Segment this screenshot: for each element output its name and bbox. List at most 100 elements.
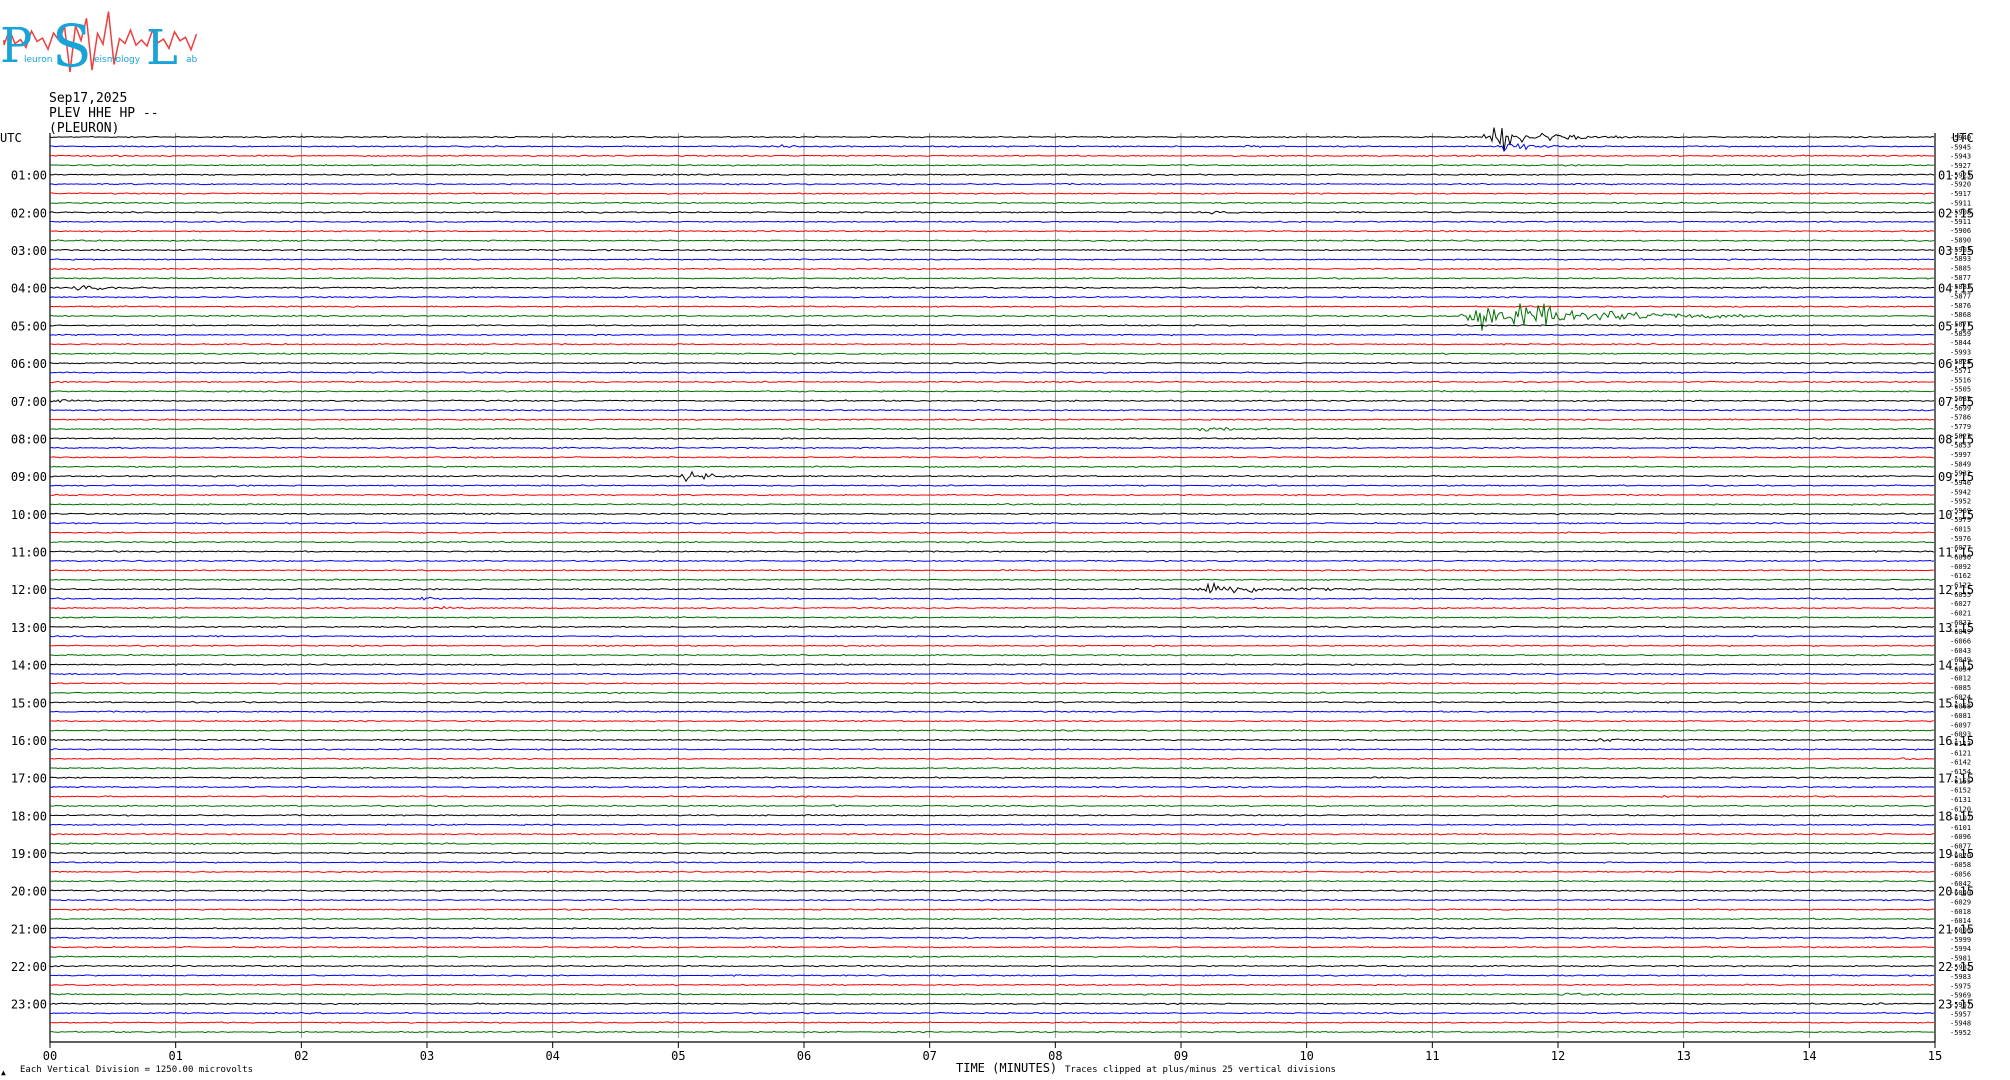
trace-row xyxy=(49,446,1935,450)
header-date: Sep17,2025 xyxy=(49,91,128,106)
trace-row xyxy=(49,644,1935,648)
logo-word: ab xyxy=(186,55,198,65)
trace-offset-label: -5882 xyxy=(1950,283,1971,291)
trace-offset-label: -6085 xyxy=(1950,684,1971,692)
x-tick-label: 12 xyxy=(1551,1049,1565,1063)
trace-offset-label: -5571 xyxy=(1950,367,1971,375)
trace-row xyxy=(49,258,1935,261)
trace-row xyxy=(49,974,1935,977)
trace-offset-label: -6131 xyxy=(1950,796,1971,804)
trace-row xyxy=(49,512,1935,516)
trace-row xyxy=(49,870,1935,874)
trace-row xyxy=(49,832,1935,836)
trace-offset-label: -6043 xyxy=(1950,647,1971,655)
x-tick-label: 00 xyxy=(43,1049,57,1063)
trace-row xyxy=(49,371,1935,374)
trace-offset-label: -5893 xyxy=(1950,255,1971,263)
trace-offset-label: -5828 xyxy=(1950,358,1971,366)
trace-row xyxy=(49,239,1935,243)
trace-offset-label: -5849 xyxy=(1950,460,1971,468)
trace-row xyxy=(49,729,1935,732)
trace-row xyxy=(49,390,1935,393)
trace-row xyxy=(49,917,1935,921)
trace-row xyxy=(49,785,1935,789)
trace-offset-label: -5946 xyxy=(1950,479,1971,487)
trace-offset-label: -5976 xyxy=(1950,535,1971,543)
left-hour-label: 05:00 xyxy=(11,319,47,333)
trace-offset-label: -5908 xyxy=(1950,209,1971,217)
trace-row xyxy=(49,710,1935,714)
trace-offset-label: -6096 xyxy=(1950,554,1971,562)
trace-offset-label: -5952 xyxy=(1950,1029,1971,1037)
trace-offset-label: -5969 xyxy=(1950,507,1971,515)
trace-offset-label: -5699 xyxy=(1950,404,1971,412)
x-tick-label: 15 xyxy=(1928,1049,1942,1063)
trace-offset-label: -5997 xyxy=(1950,451,1971,459)
left-hour-label: 16:00 xyxy=(11,734,47,748)
trace-row xyxy=(49,540,1935,544)
trace-row xyxy=(49,201,1935,205)
trace-offset-label: -5981 xyxy=(1950,954,1971,962)
trace-row xyxy=(49,964,1935,968)
trace-offset-label: -6077 xyxy=(1950,544,1971,552)
x-tick-label: 10 xyxy=(1299,1049,1313,1063)
trace-row xyxy=(49,418,1935,421)
scale-note: Each Vertical Division = 1250.00 microvo… xyxy=(20,1065,253,1075)
trace-row xyxy=(49,295,1935,299)
trace-row xyxy=(49,813,1935,817)
trace-row xyxy=(49,333,1935,337)
left-unit-label: UTC xyxy=(0,131,22,145)
logo-letter: S xyxy=(52,12,92,80)
trace-row xyxy=(49,757,1934,761)
trace-offset-label: -6162 xyxy=(1950,572,1971,580)
trace-offset-label: -5920 xyxy=(1950,181,1971,189)
trace-offset-label: -6154 xyxy=(1950,768,1971,776)
trace-offset-label: -6152 xyxy=(1950,787,1971,795)
trace-offset-label: -5877 xyxy=(1950,292,1971,300)
trace-row xyxy=(49,210,1935,215)
trace-offset-label: -6006 xyxy=(1950,926,1971,934)
left-hour-label: 06:00 xyxy=(11,357,47,371)
trace-offset-label: -6120 xyxy=(1950,805,1971,813)
trace-offset-label: -5786 xyxy=(1950,414,1971,422)
trace-offset-label: -6021 xyxy=(1950,609,1971,617)
trace-row xyxy=(49,220,1935,224)
trace-row xyxy=(49,408,1935,412)
trace-offset-label: -5877 xyxy=(1950,320,1971,328)
trace-row xyxy=(49,908,1935,911)
trace-offset-labels: -5949-5945-5943-5927-5923-5920-5917-5911… xyxy=(1950,134,1971,1037)
x-tick-label: 14 xyxy=(1802,1049,1816,1063)
trace-offset-label: -6107 xyxy=(1950,815,1971,823)
trace-offset-label: -5923 xyxy=(1950,171,1971,179)
trace-offset-label: -6097 xyxy=(1950,721,1971,729)
x-tick-label: 04 xyxy=(545,1049,559,1063)
trace-row xyxy=(49,521,1935,525)
trace-row xyxy=(49,267,1935,271)
trace-offset-label: -5979 xyxy=(1950,516,1971,524)
trace-row xyxy=(49,936,1935,940)
left-hour-label: 09:00 xyxy=(11,470,47,484)
left-hour-label: 01:00 xyxy=(11,169,47,183)
trace-offset-label: -6049 xyxy=(1950,656,1971,664)
trace-row xyxy=(49,747,1935,751)
trace-offset-label: -5952 xyxy=(1950,498,1971,506)
trace-offset-label: -6056 xyxy=(1950,871,1971,879)
trace-offset-label: -6014 xyxy=(1950,917,1971,925)
x-tick-label: 09 xyxy=(1174,1049,1188,1063)
trace-offset-label: -5943 xyxy=(1950,153,1971,161)
trace-row xyxy=(49,605,1935,610)
trace-offset-label: -5877 xyxy=(1950,274,1971,282)
trace-row xyxy=(49,127,1935,152)
trace-offset-label: -6092 xyxy=(1950,563,1971,571)
trace-offset-label: -6058 xyxy=(1950,861,1971,869)
left-hour-label: 19:00 xyxy=(11,847,47,861)
trace-row xyxy=(49,653,1935,657)
left-hour-label: 15:00 xyxy=(11,696,47,710)
trace-offset-label: -5948 xyxy=(1950,1020,1971,1028)
trace-offset-label: -6101 xyxy=(1950,824,1971,832)
header-location: (PLEURON) xyxy=(49,121,120,136)
trace-offset-label: -5993 xyxy=(1950,348,1971,356)
left-hour-label: 18:00 xyxy=(11,809,47,823)
trace-row xyxy=(50,927,1935,930)
trace-row xyxy=(49,559,1935,563)
